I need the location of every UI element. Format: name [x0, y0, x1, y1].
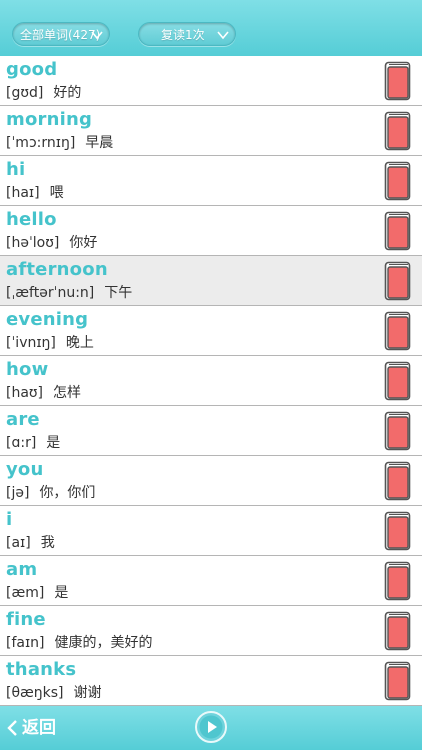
- word-text: hello: [6, 209, 57, 230]
- word-filter-dropdown[interactable]: 全部单词(427): [12, 22, 110, 46]
- word-definition: [həˈloʊ] 你好: [6, 232, 97, 252]
- phonetic: [ˌæftərˈnu:n]: [6, 285, 95, 301]
- top-bar: 全部单词(427) 复读1次: [0, 0, 422, 56]
- book-icon[interactable]: [384, 111, 412, 151]
- word-text: thanks: [6, 659, 77, 680]
- book-icon[interactable]: [384, 561, 412, 601]
- book-icon[interactable]: [384, 311, 412, 351]
- book-icon[interactable]: [384, 61, 412, 101]
- chinese-meaning: 是: [46, 435, 61, 451]
- word-definition: [haɪ] 喂: [6, 182, 64, 202]
- word-row[interactable]: morning [ˈmɔ:rnɪŋ] 早晨: [0, 106, 422, 156]
- chinese-meaning: 谢谢: [73, 685, 102, 701]
- word-definition: [aɪ] 我: [6, 532, 55, 552]
- word-text: hi: [6, 159, 26, 180]
- word-definition: [haʊ] 怎样: [6, 382, 81, 402]
- chinese-meaning: 早晨: [85, 135, 114, 151]
- phonetic: [jə]: [6, 485, 30, 501]
- phonetic: [ˈivnɪŋ]: [6, 335, 56, 351]
- chinese-meaning: 好的: [53, 85, 82, 101]
- word-row[interactable]: are [ɑ:r] 是: [0, 406, 422, 456]
- word-text: how: [6, 359, 49, 380]
- book-icon[interactable]: [384, 211, 412, 251]
- phonetic: [haɪ]: [6, 185, 40, 201]
- word-filter-label: 全部单词(427): [20, 28, 101, 42]
- word-text: i: [6, 509, 13, 530]
- play-button-icon[interactable]: [195, 711, 227, 743]
- chinese-meaning: 你，你们: [39, 485, 96, 501]
- word-row[interactable]: am [æm] 是: [0, 556, 422, 606]
- word-definition: [æm] 是: [6, 582, 68, 602]
- book-icon[interactable]: [384, 261, 412, 301]
- chinese-meaning: 健康的，美好的: [54, 635, 153, 651]
- book-icon[interactable]: [384, 461, 412, 501]
- phonetic: [ˈmɔ:rnɪŋ]: [6, 135, 76, 151]
- book-icon[interactable]: [384, 361, 412, 401]
- chinese-meaning: 你好: [69, 235, 98, 251]
- phonetic: [faɪn]: [6, 635, 45, 651]
- phonetic: [həˈloʊ]: [6, 235, 60, 251]
- word-row[interactable]: thanks [θæŋks] 谢谢: [0, 656, 422, 706]
- app: 全部单词(427) 复读1次 good [gʊd] 好的 morning [ˈmɔ…: [0, 0, 422, 750]
- phonetic: [gʊd]: [6, 85, 44, 101]
- word-list: good [gʊd] 好的 morning [ˈmɔ:rnɪŋ] 早晨 hi [ha…: [0, 56, 422, 706]
- book-icon[interactable]: [384, 411, 412, 451]
- word-row[interactable]: hello [həˈloʊ] 你好: [0, 206, 422, 256]
- phonetic: [haʊ]: [6, 385, 44, 401]
- word-definition: [θæŋks] 谢谢: [6, 682, 102, 702]
- chinese-meaning: 我: [40, 535, 55, 551]
- phonetic: [θæŋks]: [6, 685, 64, 701]
- word-row-selected[interactable]: afternoon [ˌæftərˈnu:n] 下午: [0, 256, 422, 306]
- word-definition: [gʊd] 好的: [6, 82, 81, 102]
- word-row[interactable]: i [aɪ] 我: [0, 506, 422, 556]
- word-text: fine: [6, 609, 46, 630]
- chinese-meaning: 喂: [49, 185, 64, 201]
- book-icon[interactable]: [384, 661, 412, 701]
- chevron-down-icon: [91, 31, 103, 40]
- word-row[interactable]: evening [ˈivnɪŋ] 晚上: [0, 306, 422, 356]
- chinese-meaning: 是: [54, 585, 69, 601]
- word-definition: [faɪn] 健康的，美好的: [6, 632, 153, 652]
- chinese-meaning: 怎样: [53, 385, 82, 401]
- word-row[interactable]: you [jə] 你，你们: [0, 456, 422, 506]
- phonetic: [æm]: [6, 585, 45, 601]
- word-text: good: [6, 59, 58, 80]
- review-count-label: 复读1次: [161, 28, 205, 42]
- chinese-meaning: 晚上: [65, 335, 94, 351]
- book-icon[interactable]: [384, 611, 412, 651]
- word-text: am: [6, 559, 38, 580]
- word-row[interactable]: good [gʊd] 好的: [0, 56, 422, 106]
- phonetic: [aɪ]: [6, 535, 31, 551]
- phonetic: [ɑ:r]: [6, 435, 37, 451]
- word-row[interactable]: hi [haɪ] 喂: [0, 156, 422, 206]
- word-text: are: [6, 409, 40, 430]
- chevron-left-icon: [7, 720, 17, 736]
- word-definition: [ˈmɔ:rnɪŋ] 早晨: [6, 132, 113, 152]
- word-definition: [jə] 你，你们: [6, 482, 95, 502]
- word-text: morning: [6, 109, 93, 130]
- book-icon[interactable]: [384, 511, 412, 551]
- back-label: 返回: [22, 718, 56, 738]
- chinese-meaning: 下午: [104, 285, 133, 301]
- word-row[interactable]: fine [faɪn] 健康的，美好的: [0, 606, 422, 656]
- chevron-down-icon: [217, 31, 229, 40]
- word-row[interactable]: how [haʊ] 怎样: [0, 356, 422, 406]
- word-definition: [ˌæftərˈnu:n] 下午: [6, 282, 132, 302]
- word-text: afternoon: [6, 259, 108, 280]
- word-text: evening: [6, 309, 89, 330]
- review-count-dropdown[interactable]: 复读1次: [138, 22, 236, 46]
- word-definition: [ɑ:r] 是: [6, 432, 60, 452]
- word-text: you: [6, 459, 44, 480]
- book-icon[interactable]: [384, 161, 412, 201]
- word-definition: [ˈivnɪŋ] 晚上: [6, 332, 94, 352]
